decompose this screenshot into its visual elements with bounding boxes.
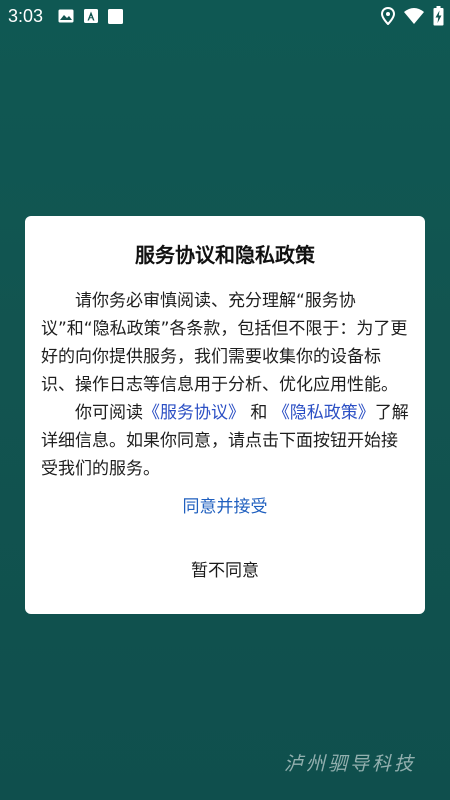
battery-charging-icon [433,6,444,26]
decline-button[interactable]: 暂不同意 [125,552,325,590]
paragraph-2-and: 和 [245,403,273,423]
white-square-icon [108,8,123,24]
a-square-icon [84,9,98,23]
accept-button[interactable]: 同意并接受 [125,488,325,526]
dialog-body: 请你务必审慎阅读、充分理解“服务协议”和“隐私政策”各条款，包括但不限于：为了更… [41,287,409,483]
privacy-dialog: 服务协议和隐私政策 请你务必审慎阅读、充分理解“服务协议”和“隐私政策”各条款，… [25,216,425,614]
dialog-paragraph-2: 你可阅读《服务协议》 和 《隐私政策》了解详细信息。如果你同意，请点击下面按钮开… [41,399,409,483]
service-agreement-link[interactable]: 《服务协议》 [143,403,245,423]
image-icon [58,9,74,23]
status-bar: 3:03 [0,0,450,32]
wifi-icon [403,7,425,25]
status-notification-icons [58,7,123,25]
app-screen: 3:03 服务协议和隐私政策 请你务必审慎阅读、充分理解“服务协议”和“隐私政策… [0,0,450,800]
privacy-policy-link[interactable]: 《隐私政策》 [273,403,375,423]
paragraph-2-prefix: 你可阅读 [75,403,143,423]
dialog-paragraph-1: 请你务必审慎阅读、充分理解“服务协议”和“隐私政策”各条款，包括但不限于：为了更… [41,291,408,395]
dialog-title: 服务协议和隐私政策 [135,243,315,267]
location-icon [381,7,395,25]
company-watermark: 泸州驷导科技 [283,753,416,775]
status-time: 3:03 [8,6,44,26]
status-system-icons [381,6,444,26]
